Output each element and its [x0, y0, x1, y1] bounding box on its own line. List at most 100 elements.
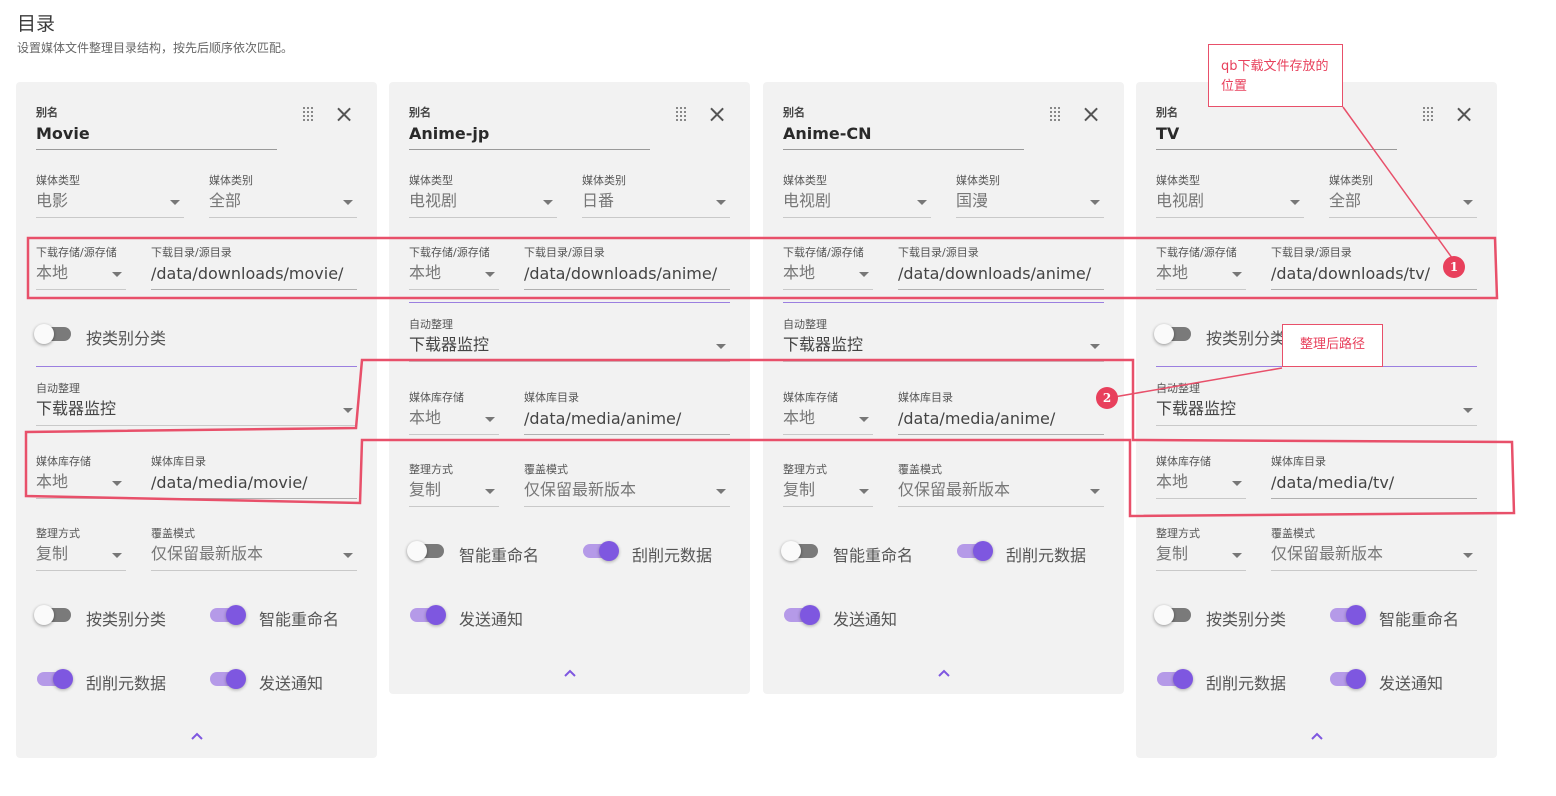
download-storage-select[interactable]: 本地 — [409, 250, 499, 290]
media-type-select[interactable]: 电视剧 — [1156, 178, 1304, 218]
send-notification-label: 发送通知 — [459, 610, 524, 629]
media-type-select[interactable]: 电视剧 — [409, 178, 557, 218]
smart-rename-label: 智能重命名 — [833, 546, 914, 565]
library-storage-select[interactable]: 本地 — [1156, 459, 1246, 499]
drag-handle-icon[interactable] — [676, 107, 688, 121]
classify-toggle[interactable] — [34, 603, 76, 627]
overwrite-mode-value: 仅保留最新版本 — [1271, 544, 1384, 563]
library-storage-select[interactable]: 本地 — [783, 395, 873, 435]
directory-settings-page: 目录 设置媒体文件整理目录结构，按先后顺序依次匹配。 别名 Movie × 媒体… — [0, 0, 1556, 796]
smart-rename-toggle[interactable] — [1327, 603, 1369, 627]
download-storage-value: 本地 — [409, 263, 442, 282]
library-dir-input[interactable]: /data/media/anime/ — [898, 395, 1104, 435]
scrape-metadata-toggle[interactable] — [580, 539, 622, 563]
media-category-select[interactable]: 国漫 — [956, 178, 1104, 218]
download-dir-value: /data/downloads/tv/ — [1271, 264, 1431, 283]
chevron-up-icon[interactable] — [191, 732, 203, 744]
chevron-up-icon[interactable] — [938, 669, 950, 681]
download-storage-select[interactable]: 本地 — [36, 250, 126, 290]
drag-handle-icon[interactable] — [1050, 107, 1062, 121]
scrape-metadata-toggle[interactable] — [34, 667, 76, 691]
media-type-value: 电视剧 — [409, 191, 458, 210]
close-icon[interactable]: × — [332, 102, 356, 126]
media-category-value: 日番 — [582, 191, 615, 210]
download-dir-input[interactable]: /data/downloads/anime/ — [524, 250, 730, 290]
scrape-metadata-toggle[interactable] — [954, 539, 996, 563]
chevron-down-icon — [859, 417, 869, 422]
media-type-select[interactable]: 电影 — [36, 178, 184, 218]
annotation-note-download-location: qb下载文件存放的位置 — [1208, 44, 1343, 107]
classify-toggle[interactable] — [34, 322, 76, 346]
send-notification-toggle[interactable] — [207, 667, 249, 691]
alias-input[interactable]: Anime-CN — [783, 124, 872, 143]
auto-organize-select[interactable]: 下载器监控 — [783, 322, 1104, 362]
chevron-down-icon — [485, 272, 495, 277]
auto-organize-select[interactable]: 下载器监控 — [409, 322, 730, 362]
alias-underline — [409, 149, 650, 150]
alias-input[interactable]: Movie — [36, 124, 90, 143]
organize-method-value: 复制 — [409, 480, 442, 499]
media-category-value: 全部 — [209, 191, 242, 210]
organize-method-select[interactable]: 复制 — [36, 531, 126, 571]
organize-method-select[interactable]: 复制 — [409, 467, 499, 507]
download-storage-select[interactable]: 本地 — [1156, 250, 1246, 290]
chevron-up-icon[interactable] — [1311, 732, 1323, 744]
auto-organize-value: 下载器监控 — [1156, 399, 1237, 418]
library-storage-select[interactable]: 本地 — [36, 459, 126, 499]
media-category-select[interactable]: 日番 — [582, 178, 730, 218]
media-category-value: 国漫 — [956, 191, 989, 210]
media-category-select[interactable]: 全部 — [209, 178, 357, 218]
close-icon[interactable]: × — [705, 102, 729, 126]
close-icon[interactable]: × — [1452, 102, 1476, 126]
library-dir-input[interactable]: /data/media/anime/ — [524, 395, 730, 435]
overwrite-mode-select[interactable]: 仅保留最新版本 — [1271, 531, 1477, 571]
page-title: 目录 — [17, 13, 56, 35]
chevron-down-icon — [343, 200, 353, 205]
drag-handle-icon[interactable] — [1423, 107, 1435, 121]
directory-card-anime-cn: 别名 Anime-CN × 媒体类型 电视剧 媒体类别 国漫 下载存储/源存储 … — [763, 82, 1124, 694]
chevron-down-icon — [1090, 344, 1100, 349]
auto-organize-select[interactable]: 下载器监控 — [1156, 386, 1477, 426]
annotation-note-organized-path: 整理后路径 — [1282, 324, 1383, 367]
organize-method-select[interactable]: 复制 — [1156, 531, 1246, 571]
media-category-select[interactable]: 全部 — [1329, 178, 1477, 218]
download-dir-value: /data/downloads/movie/ — [151, 264, 344, 283]
alias-underline — [1156, 149, 1397, 150]
auto-organize-value: 下载器监控 — [409, 335, 490, 354]
chevron-up-icon[interactable] — [564, 669, 576, 681]
overwrite-mode-select[interactable]: 仅保留最新版本 — [898, 467, 1104, 507]
send-notification-toggle[interactable] — [781, 603, 823, 627]
directory-card-tv: 别名 TV × 媒体类型 电视剧 媒体类别 全部 下载存储/源存储 本地 下载目… — [1136, 82, 1497, 758]
alias-input[interactable]: TV — [1156, 124, 1179, 143]
library-storage-select[interactable]: 本地 — [409, 395, 499, 435]
overwrite-mode-select[interactable]: 仅保留最新版本 — [524, 467, 730, 507]
scrape-metadata-toggle[interactable] — [1154, 667, 1196, 691]
smart-rename-toggle[interactable] — [407, 539, 449, 563]
auto-organize-select[interactable]: 下载器监控 — [36, 386, 357, 426]
media-type-select[interactable]: 电视剧 — [783, 178, 931, 218]
download-dir-input[interactable]: /data/downloads/movie/ — [151, 250, 357, 290]
download-dir-input[interactable]: /data/downloads/anime/ — [898, 250, 1104, 290]
classify-toggle[interactable] — [1154, 322, 1196, 346]
chevron-down-icon — [112, 481, 122, 486]
chevron-down-icon — [485, 417, 495, 422]
library-dir-input[interactable]: /data/media/tv/ — [1271, 459, 1477, 499]
smart-rename-toggle[interactable] — [781, 539, 823, 563]
alias-input[interactable]: Anime-jp — [409, 124, 489, 143]
drag-handle-icon[interactable] — [303, 107, 315, 121]
send-notification-toggle[interactable] — [407, 603, 449, 627]
send-notification-label: 发送通知 — [1379, 674, 1444, 693]
library-dir-value: /data/media/movie/ — [151, 473, 308, 492]
overwrite-mode-select[interactable]: 仅保留最新版本 — [151, 531, 357, 571]
close-icon[interactable]: × — [1079, 102, 1103, 126]
smart-rename-label: 智能重命名 — [459, 546, 540, 565]
classify-toggle[interactable] — [1154, 603, 1196, 627]
chevron-down-icon — [1463, 200, 1473, 205]
smart-rename-toggle[interactable] — [207, 603, 249, 627]
library-dir-input[interactable]: /data/media/movie/ — [151, 459, 357, 499]
download-storage-select[interactable]: 本地 — [783, 250, 873, 290]
organize-method-value: 复制 — [1156, 544, 1189, 563]
scrape-metadata-label: 刮削元数据 — [1006, 546, 1087, 565]
organize-method-select[interactable]: 复制 — [783, 467, 873, 507]
send-notification-toggle[interactable] — [1327, 667, 1369, 691]
